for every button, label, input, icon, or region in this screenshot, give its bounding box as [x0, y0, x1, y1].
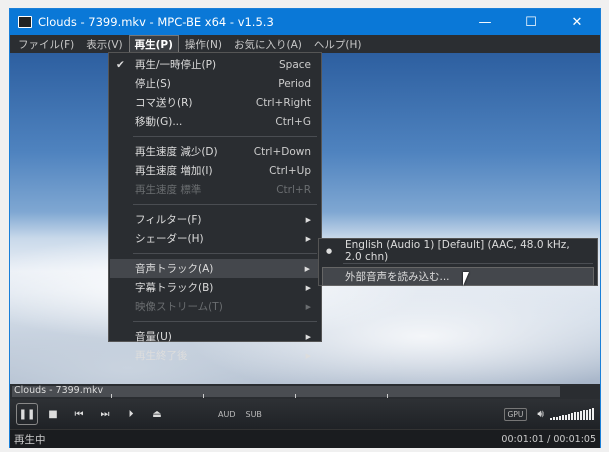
menu-bar: ファイル(F) 表示(V) 再生(P) 操作(N) お気に入り(A) ヘルプ(H… [10, 34, 600, 54]
volume-bar [550, 418, 552, 420]
close-button[interactable]: ✕ [554, 15, 600, 30]
volume-bar [589, 408, 591, 420]
play-menu: ✔ 再生/一時停止(P) Space 停止(S) Period コマ送り(R) Ctrl… [108, 52, 322, 362]
menu-favorites[interactable]: お気に入り(A) [228, 35, 308, 54]
previous-button[interactable]: ⏮ [68, 403, 90, 425]
menu-item-stop[interactable]: 停止(S) Period [109, 74, 321, 93]
menu-item-filters[interactable]: フィルター(F) ▶ [109, 210, 321, 229]
seek-bar[interactable]: Clouds - 7399.mkv [10, 384, 600, 399]
volume-bar [586, 409, 588, 420]
menu-item-audio-track[interactable]: 音声トラック(A) ▶ [110, 259, 320, 278]
volume-bar [562, 415, 564, 420]
menu-item-speed-normal: 再生速度 標準 Ctrl+R [135, 183, 311, 197]
radio-bullet-icon: ● [326, 246, 333, 255]
menu-help[interactable]: ヘルプ(H) [308, 35, 368, 54]
volume-bar [571, 413, 573, 420]
volume-slider[interactable] [550, 408, 594, 420]
submenu-arrow-icon: ▶ [305, 234, 311, 243]
volume-bar [577, 411, 579, 420]
frame-step-button[interactable]: ⏵ [120, 403, 142, 425]
pause-button[interactable]: ❚❚ [16, 403, 38, 425]
control-bar: ❚❚ ■ ⏮ ⏭ ⏵ ⏏ AUD SUB GPU 🔊︎ [10, 399, 600, 429]
menu-item-goto[interactable]: 移動(G)... Ctrl+G [109, 112, 321, 131]
menu-item-shaders[interactable]: シェーダー(H) ▶ [109, 229, 321, 248]
submenu-arrow-icon: ▶ [305, 283, 311, 292]
audio-track-button[interactable]: AUD [218, 410, 236, 419]
submenu-arrow-icon: ▶ [304, 264, 310, 273]
menu-item-subtitle-track[interactable]: 字幕トラック(B) ▶ [109, 278, 321, 297]
load-external-audio[interactable]: 外部音声を読み込む... [322, 267, 594, 286]
volume-bar [592, 408, 594, 420]
volume-bar [580, 411, 582, 420]
menu-item-after-playback[interactable]: 再生終了後 ▶ [109, 346, 321, 365]
volume-bar [559, 415, 561, 420]
status-bar: 再生中 00:01:01 / 00:01:05 [10, 429, 600, 448]
volume-bar [568, 413, 570, 420]
menu-item-video-stream: 映像ストリーム(T) ▶ [135, 301, 311, 313]
minimize-button[interactable]: — [462, 15, 508, 30]
time-display: 00:01:01 / 00:01:05 [501, 433, 596, 445]
audio-track-english[interactable]: ● English (Audio 1) [Default] (AAC, 48.0 … [319, 239, 597, 263]
title-bar: Clouds - 7399.mkv - MPC-BE x64 - v1.5.3 … [10, 9, 600, 35]
volume-icon[interactable]: 🔊︎ [537, 408, 544, 421]
seek-filename: Clouds - 7399.mkv [14, 385, 104, 396]
submenu-arrow-icon: ▶ [305, 332, 311, 341]
volume-bar [574, 412, 576, 420]
maximize-button[interactable]: ☐ [508, 15, 554, 30]
volume-bar [583, 410, 585, 420]
submenu-arrow-icon: ▶ [305, 215, 311, 224]
volume-bar [553, 417, 555, 420]
menu-item-speed-down[interactable]: 再生速度 減少(D) Ctrl+Down [109, 142, 321, 161]
volume-bar [556, 416, 558, 420]
menu-item-play-pause[interactable]: ✔ 再生/一時停止(P) Space [109, 55, 321, 74]
menu-item-volume[interactable]: 音量(U) ▶ [109, 327, 321, 346]
menu-navigate[interactable]: 操作(N) [179, 35, 228, 54]
submenu-arrow-icon: ▶ [305, 302, 311, 311]
window-title: Clouds - 7399.mkv - MPC-BE x64 - v1.5.3 [38, 15, 274, 29]
stop-button[interactable]: ■ [42, 403, 64, 425]
playback-state: 再生中 [14, 433, 46, 446]
check-icon: ✔ [116, 58, 125, 71]
mouse-cursor-icon [463, 272, 469, 286]
menu-view[interactable]: 表示(V) [80, 35, 128, 54]
menu-play[interactable]: 再生(P) [128, 34, 179, 54]
menu-item-frame-step[interactable]: コマ送り(R) Ctrl+Right [109, 93, 321, 112]
submenu-arrow-icon: ▶ [305, 351, 311, 360]
menu-file[interactable]: ファイル(F) [12, 35, 80, 54]
audio-track-submenu: ● English (Audio 1) [Default] (AAC, 48.0 … [318, 238, 598, 286]
subtitle-button[interactable]: SUB [246, 410, 262, 419]
eject-button[interactable]: ⏏ [146, 403, 168, 425]
app-icon [18, 16, 32, 28]
gpu-button[interactable]: GPU [503, 407, 528, 421]
volume-bar [565, 414, 567, 420]
next-button[interactable]: ⏭ [94, 403, 116, 425]
menu-item-speed-up[interactable]: 再生速度 増加(I) Ctrl+Up [109, 161, 321, 180]
